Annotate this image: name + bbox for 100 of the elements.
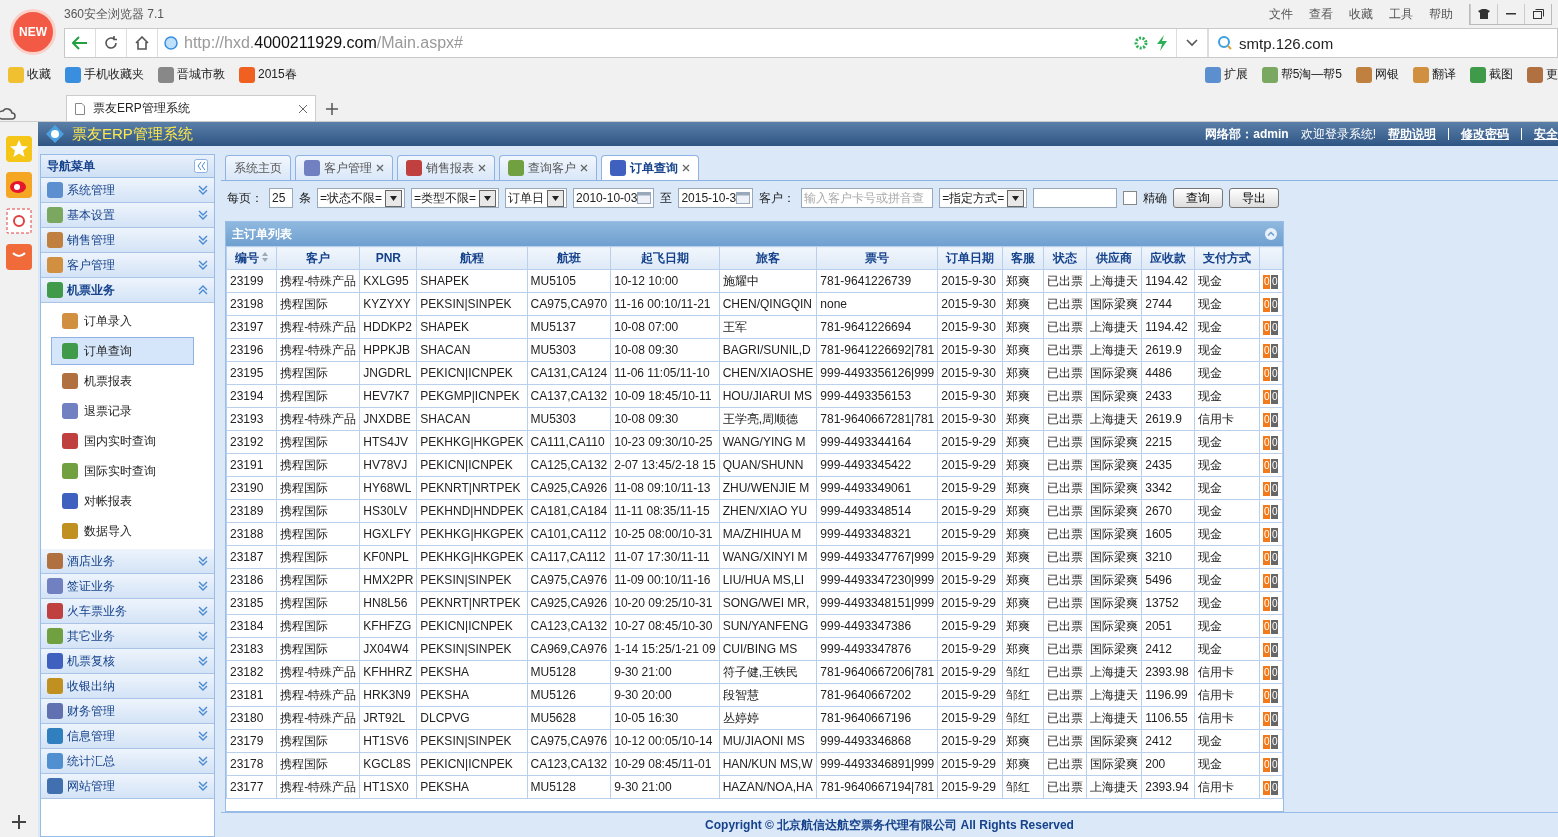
per-page-field[interactable]: 25	[269, 188, 293, 208]
menu-item[interactable]: 收藏	[1349, 5, 1373, 23]
gear-icon[interactable]	[1134, 36, 1148, 50]
tab[interactable]: 查询客户	[499, 155, 597, 180]
close-icon[interactable]	[580, 164, 588, 172]
chevron-icon[interactable]	[198, 756, 208, 766]
chevron-icon[interactable]	[198, 631, 208, 641]
nav-group[interactable]: 其它业务	[41, 624, 214, 649]
action-button[interactable]: 查询	[1173, 188, 1224, 208]
column-header[interactable]: 编号	[226, 246, 277, 270]
chevron-icon[interactable]	[198, 185, 208, 195]
menu-item[interactable]: 帮助	[1429, 5, 1453, 23]
browser-tab[interactable]: 票友ERP管理系统	[66, 95, 316, 121]
method-select[interactable]: =指定方式=	[939, 188, 1028, 208]
column-header[interactable]: 旅客	[719, 246, 817, 270]
column-header[interactable]: 状态	[1043, 246, 1087, 270]
nav-item[interactable]: 订单查询	[51, 337, 194, 365]
menu-item[interactable]: 文件	[1269, 5, 1293, 23]
tab[interactable]: 客户管理	[295, 155, 393, 180]
nav-group[interactable]: 信息管理	[41, 724, 214, 749]
close-icon[interactable]	[299, 104, 307, 113]
chevron-icon[interactable]	[198, 260, 208, 270]
extension-item[interactable]: 截图	[1470, 66, 1513, 83]
header-link[interactable]: 修改密码	[1461, 125, 1509, 143]
collapse-icon[interactable]	[1265, 228, 1278, 240]
nav-group[interactable]: 统计汇总	[41, 749, 214, 774]
action-button[interactable]: 导出	[1229, 188, 1280, 208]
nav-group[interactable]: 机票业务	[41, 278, 214, 303]
nav-group[interactable]: 基本设置	[41, 203, 214, 228]
dropdown-icon[interactable]	[1176, 29, 1208, 57]
url-text[interactable]: http://hxd.4000211929.com/Main.aspx#	[184, 34, 463, 52]
nav-item[interactable]: 国际实时查询	[51, 457, 194, 485]
chevron-icon[interactable]	[198, 781, 208, 791]
column-header[interactable]: 支付方式	[1194, 246, 1260, 270]
extension-item[interactable]: 网银	[1356, 66, 1399, 83]
shopping-bag-icon[interactable]	[6, 244, 32, 270]
nav-group[interactable]: 签证业务	[41, 574, 214, 599]
nav-group[interactable]: 酒店业务	[41, 549, 214, 574]
column-header[interactable]: 航班	[527, 246, 611, 270]
search-field[interactable]: smtp.126.com	[1239, 34, 1334, 52]
exact-checkbox[interactable]	[1123, 191, 1138, 205]
bookmark-item[interactable]: 收藏	[8, 66, 51, 83]
type-select[interactable]: =类型不限=	[411, 188, 500, 208]
chevron-icon[interactable]	[198, 556, 208, 566]
chevron-icon[interactable]	[198, 285, 208, 295]
plus-icon[interactable]	[326, 103, 338, 115]
status-select[interactable]: =状态不限=	[317, 188, 405, 208]
chevron-icon[interactable]	[198, 210, 208, 220]
nav-item[interactable]: 机票报表	[51, 367, 194, 395]
column-header[interactable]: 应收款	[1141, 246, 1195, 270]
header-link[interactable]: 安全	[1534, 125, 1558, 143]
mail-icon[interactable]	[6, 208, 32, 234]
date-kind-select[interactable]: 订单日	[505, 188, 568, 208]
extension-item[interactable]: 帮5淘—帮5	[1261, 66, 1342, 83]
tab[interactable]: 销售报表	[397, 155, 495, 180]
extension-item[interactable]: 更	[1527, 66, 1558, 83]
nav-item[interactable]: 国内实时查询	[51, 427, 194, 455]
bookmark-item[interactable]: 晋城市教	[158, 66, 225, 83]
plus-icon[interactable]	[12, 815, 26, 829]
menu-item[interactable]: 查看	[1309, 5, 1333, 23]
chevron-icon[interactable]	[198, 656, 208, 666]
column-header[interactable]: 票号	[816, 246, 938, 270]
nav-group[interactable]: 机票复核	[41, 649, 214, 674]
bookmark-item[interactable]: 手机收藏夹	[65, 66, 144, 83]
end-date-field[interactable]: 2015-10-3	[678, 188, 754, 208]
nav-item[interactable]: 数据导入	[51, 517, 194, 545]
chevron-icon[interactable]	[198, 581, 208, 591]
chevron-icon[interactable]	[198, 235, 208, 245]
header-link[interactable]: 帮助说明	[1388, 125, 1436, 143]
calendar-icon[interactable]	[736, 192, 751, 204]
column-header[interactable]: 客户	[276, 246, 360, 270]
chevron-icon[interactable]	[198, 731, 208, 741]
menu-item[interactable]: 工具	[1389, 5, 1413, 23]
cloud-icon[interactable]	[0, 107, 16, 121]
close-icon[interactable]	[682, 164, 690, 172]
nav-item[interactable]: 订单录入	[51, 307, 194, 335]
nav-group[interactable]: 客户管理	[41, 253, 214, 278]
chevron-icon[interactable]	[198, 706, 208, 716]
tab[interactable]: 订单查询	[601, 155, 699, 180]
chevron-icon[interactable]	[198, 606, 208, 616]
search-input[interactable]	[1033, 188, 1118, 208]
start-date-field[interactable]: 2010-10-03	[573, 188, 655, 208]
nav-item[interactable]: 对帐报表	[51, 487, 194, 515]
nav-group[interactable]: 财务管理	[41, 699, 214, 724]
column-header[interactable]: 订单日期	[937, 246, 1003, 270]
column-header[interactable]: 起飞日期	[610, 246, 720, 270]
nav-group[interactable]: 网站管理	[41, 774, 214, 799]
close-icon[interactable]	[376, 164, 384, 172]
tab[interactable]: 系统主页	[225, 155, 291, 180]
calendar-icon[interactable]	[637, 192, 652, 204]
column-header[interactable]: 航程	[416, 246, 527, 270]
nav-group[interactable]: 火车票业务	[41, 599, 214, 624]
close-icon[interactable]	[478, 164, 486, 172]
search-icon[interactable]	[1217, 35, 1233, 51]
sort-icon[interactable]	[262, 251, 269, 262]
weibo-icon[interactable]	[6, 172, 32, 198]
nav-group[interactable]: 系统管理	[41, 178, 214, 203]
column-header[interactable]: 客服	[1002, 246, 1044, 270]
column-header[interactable]: 供应商	[1086, 246, 1142, 270]
extension-item[interactable]: 扩展	[1204, 66, 1248, 83]
